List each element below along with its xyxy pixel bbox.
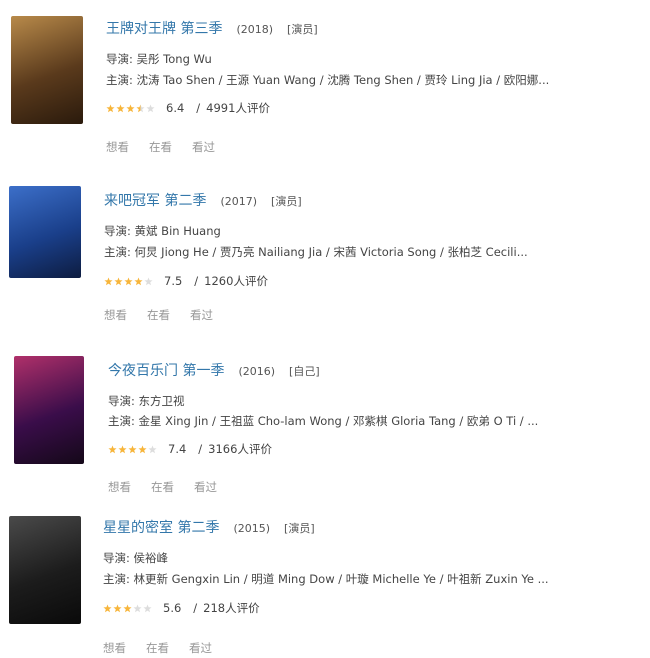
rating-separator: / <box>196 101 201 115</box>
year-label: (2015) <box>233 522 271 535</box>
star-icon <box>113 603 122 613</box>
review-count: 218人评价 <box>203 601 260 615</box>
director-name: 吴彤 Tong Wu <box>136 52 212 66</box>
star-icon <box>123 603 132 613</box>
show-title-link[interactable]: 王牌对王牌 第三季 <box>106 21 222 37</box>
director-label: 导演: <box>108 394 135 408</box>
star-rating <box>108 444 158 454</box>
director-label: 导演: <box>104 224 131 238</box>
star-icon <box>144 276 153 286</box>
director-row: 导演: 黄斌 Bin Huang <box>104 223 221 239</box>
watched-link[interactable]: 看过 <box>194 480 217 494</box>
role-label: [演员] <box>271 195 302 208</box>
role-label: [演员] <box>284 522 315 535</box>
star-icon <box>108 444 117 454</box>
watching-link[interactable]: 在看 <box>149 140 172 154</box>
review-count: 1260人评价 <box>204 274 268 288</box>
rating-separator: / <box>194 274 199 288</box>
star-icon <box>133 603 142 613</box>
star-icon <box>114 276 123 286</box>
star-icon <box>146 103 155 113</box>
cast-names: 沈涛 Tao Shen / 王源 Yuan Wang / 沈腾 Teng She… <box>136 73 550 87</box>
rating-score: 7.4 <box>168 442 187 456</box>
star-icon <box>124 276 133 286</box>
cast-names: 何炅 Jiong He / 贾乃亮 Nailiang Jia / 宋茜 Vict… <box>134 245 528 259</box>
rating-row: 5.6 / 218人评价 <box>103 600 260 616</box>
show-title-link[interactable]: 今夜百乐门 第一季 <box>108 363 224 379</box>
rating-row: 6.4 / 4991人评价 <box>106 100 270 116</box>
star-rating <box>103 603 153 613</box>
star-icon <box>126 103 135 113</box>
poster-image[interactable] <box>11 16 83 124</box>
review-count: 4991人评价 <box>206 101 270 115</box>
director-label: 导演: <box>103 551 130 565</box>
director-name: 东方卫视 <box>138 394 185 408</box>
director-label: 导演: <box>106 52 133 66</box>
star-icon <box>104 276 113 286</box>
action-row: 想看 在看 看过 <box>103 640 232 656</box>
star-icon <box>116 103 125 113</box>
star-icon <box>138 444 147 454</box>
review-count: 3166人评价 <box>208 442 272 456</box>
star-rating <box>106 103 156 113</box>
rating-row: 7.5 / 1260人评价 <box>104 273 268 289</box>
star-icon <box>136 103 145 113</box>
watching-link[interactable]: 在看 <box>147 308 170 322</box>
cast-names: 金星 Xing Jin / 王祖蓝 Cho-lam Wong / 邓紫棋 Glo… <box>138 414 539 428</box>
star-icon <box>118 444 127 454</box>
watching-link[interactable]: 在看 <box>151 480 174 494</box>
cast-row: 主演: 沈涛 Tao Shen / 王源 Yuan Wang / 沈腾 Teng… <box>106 72 549 88</box>
star-icon <box>106 103 115 113</box>
director-name: 侯裕峰 <box>133 551 169 565</box>
action-row: 想看 在看 看过 <box>108 479 237 495</box>
cast-names: 林更新 Gengxin Lin / 明道 Ming Dow / 叶璇 Miche… <box>133 572 549 586</box>
rating-score: 5.6 <box>163 601 182 615</box>
want-to-watch-link[interactable]: 想看 <box>106 140 129 154</box>
watched-link[interactable]: 看过 <box>189 641 212 655</box>
cast-label: 主演: <box>106 73 133 87</box>
director-name: 黄斌 Bin Huang <box>134 224 221 238</box>
star-icon <box>134 276 143 286</box>
watched-link[interactable]: 看过 <box>190 308 213 322</box>
director-row: 导演: 吴彤 Tong Wu <box>106 51 212 67</box>
star-icon <box>143 603 152 613</box>
poster-image[interactable] <box>14 356 84 464</box>
director-row: 导演: 东方卫视 <box>108 393 185 409</box>
poster-image[interactable] <box>9 186 81 278</box>
watching-link[interactable]: 在看 <box>146 641 169 655</box>
year-label: (2016) <box>238 365 276 378</box>
rating-separator: / <box>193 601 198 615</box>
want-to-watch-link[interactable]: 想看 <box>103 641 126 655</box>
year-label: (2017) <box>220 195 258 208</box>
rating-score: 7.5 <box>164 274 183 288</box>
cast-row: 主演: 林更新 Gengxin Lin / 明道 Ming Dow / 叶璇 M… <box>103 571 549 587</box>
show-title-link[interactable]: 来吧冠军 第二季 <box>104 193 206 209</box>
rating-row: 7.4 / 3166人评价 <box>108 441 272 457</box>
cast-row: 主演: 金星 Xing Jin / 王祖蓝 Cho-lam Wong / 邓紫棋… <box>108 413 538 429</box>
rating-score: 6.4 <box>166 101 185 115</box>
cast-label: 主演: <box>108 414 135 428</box>
year-label: (2018) <box>236 23 274 36</box>
director-row: 导演: 侯裕峰 <box>103 550 168 566</box>
want-to-watch-link[interactable]: 想看 <box>104 308 127 322</box>
role-label: [自己] <box>289 365 320 378</box>
want-to-watch-link[interactable]: 想看 <box>108 480 131 494</box>
show-title-link[interactable]: 星星的密室 第二季 <box>103 520 219 536</box>
star-icon <box>103 603 112 613</box>
role-label: [演员] <box>287 23 318 36</box>
cast-label: 主演: <box>104 245 131 259</box>
rating-separator: / <box>198 442 203 456</box>
poster-image[interactable] <box>9 516 81 624</box>
watched-link[interactable]: 看过 <box>192 140 215 154</box>
action-row: 想看 在看 看过 <box>104 307 233 323</box>
star-rating <box>104 276 154 286</box>
action-row: 想看 在看 看过 <box>106 139 235 155</box>
cast-row: 主演: 何炅 Jiong He / 贾乃亮 Nailiang Jia / 宋茜 … <box>104 244 528 260</box>
star-icon <box>128 444 137 454</box>
cast-label: 主演: <box>103 572 130 586</box>
star-icon <box>148 444 157 454</box>
